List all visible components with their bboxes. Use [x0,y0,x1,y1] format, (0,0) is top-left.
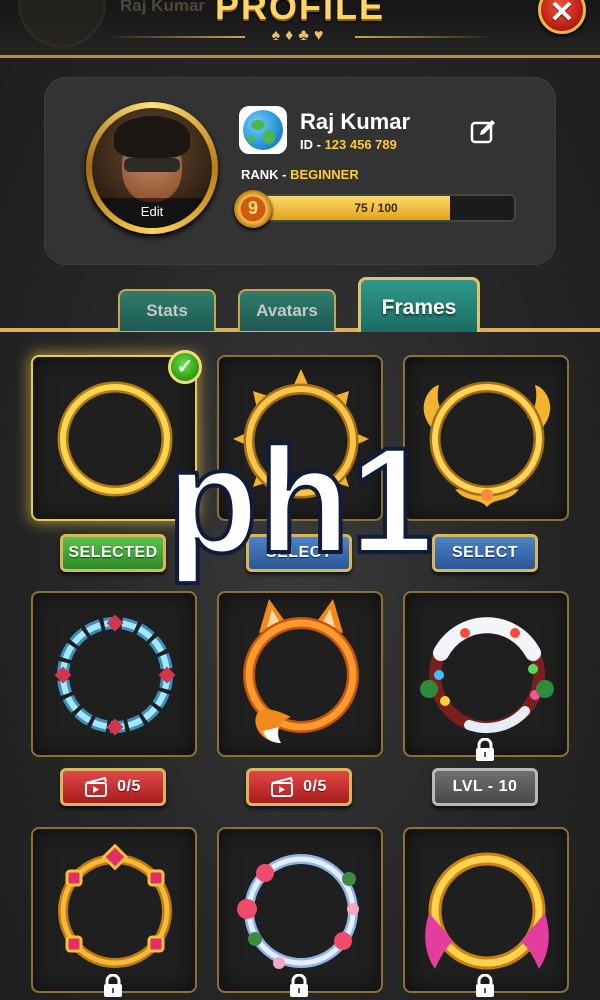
fox-ring-frame [243,599,359,743]
title-divider-right [355,36,495,38]
level-requirement-button[interactable]: LVL - 10 [432,768,538,806]
player-id-value: 123 456 789 [324,137,397,152]
avatar-hair [114,116,190,158]
close-button[interactable]: ✕ [538,0,586,34]
page-title: PROFILE [214,0,385,27]
avatar-edit-label[interactable]: Edit [92,198,212,228]
lock-icon [104,974,122,997]
player-id: ID - 123 456 789 [300,137,397,152]
player-name: Raj Kumar [300,109,411,134]
frame-cell-floral[interactable] [217,827,383,993]
level-badge: 9 [234,190,272,228]
edit-profile-button[interactable] [468,117,498,147]
player-id-label: ID - [300,137,325,152]
avatar-image: Edit [92,108,212,228]
header-bar: Raj Kumar PROFILE ♠♦♣♥ [0,0,600,58]
frame-cell-ice-crystal[interactable] [31,591,197,757]
card-suits-decoration: ♠♦♣♥ [271,27,329,44]
avatar-glasses [124,158,180,172]
lock-icon [476,738,494,761]
placeholder-label: ph1 [165,416,436,584]
tab-stats[interactable]: Stats [118,289,216,331]
watch-video-button[interactable]: 0/5 [246,768,352,806]
film-clapper-icon [271,776,294,797]
frame-cell-fox[interactable] [217,591,383,757]
film-clapper-icon [85,776,108,797]
profile-card: Edit Raj Kumar ID - 123 456 789 RANK - B… [44,77,556,265]
close-icon: ✕ [549,0,575,29]
christmas-wreath-ring-frame [420,617,554,734]
selected-check-icon: ✓ [168,350,202,384]
video-progress-text: 0/5 [117,778,141,795]
avatar[interactable]: Edit [86,102,218,234]
player-rank: RANK - BEGINNER [241,167,359,182]
tab-avatars[interactable]: Avatars [238,289,336,331]
lock-icon [476,974,494,997]
frame-cell-christmas-wreath[interactable] [403,591,569,757]
globe-icon [239,106,287,154]
frame-cell-jeweled[interactable] [31,827,197,993]
floral-ring-frame [237,854,359,969]
ice-crystal-ring-frame [54,614,176,736]
jeweled-ring-frame [58,843,172,968]
xp-progress-text: 75 / 100 [354,201,398,215]
ribbon-ring-frame [425,852,549,970]
rank-value: BEGINNER [290,167,359,182]
edit-icon [470,120,495,144]
lock-icon [290,974,308,997]
rank-label: RANK - [241,167,291,182]
video-progress-text: 0/5 [303,778,327,795]
tab-frames[interactable]: Frames [358,277,480,332]
watch-video-button[interactable]: 0/5 [60,768,166,806]
frame-cell-ribbon[interactable] [403,827,569,993]
xp-progress-bar: 75 / 100 [256,194,516,222]
